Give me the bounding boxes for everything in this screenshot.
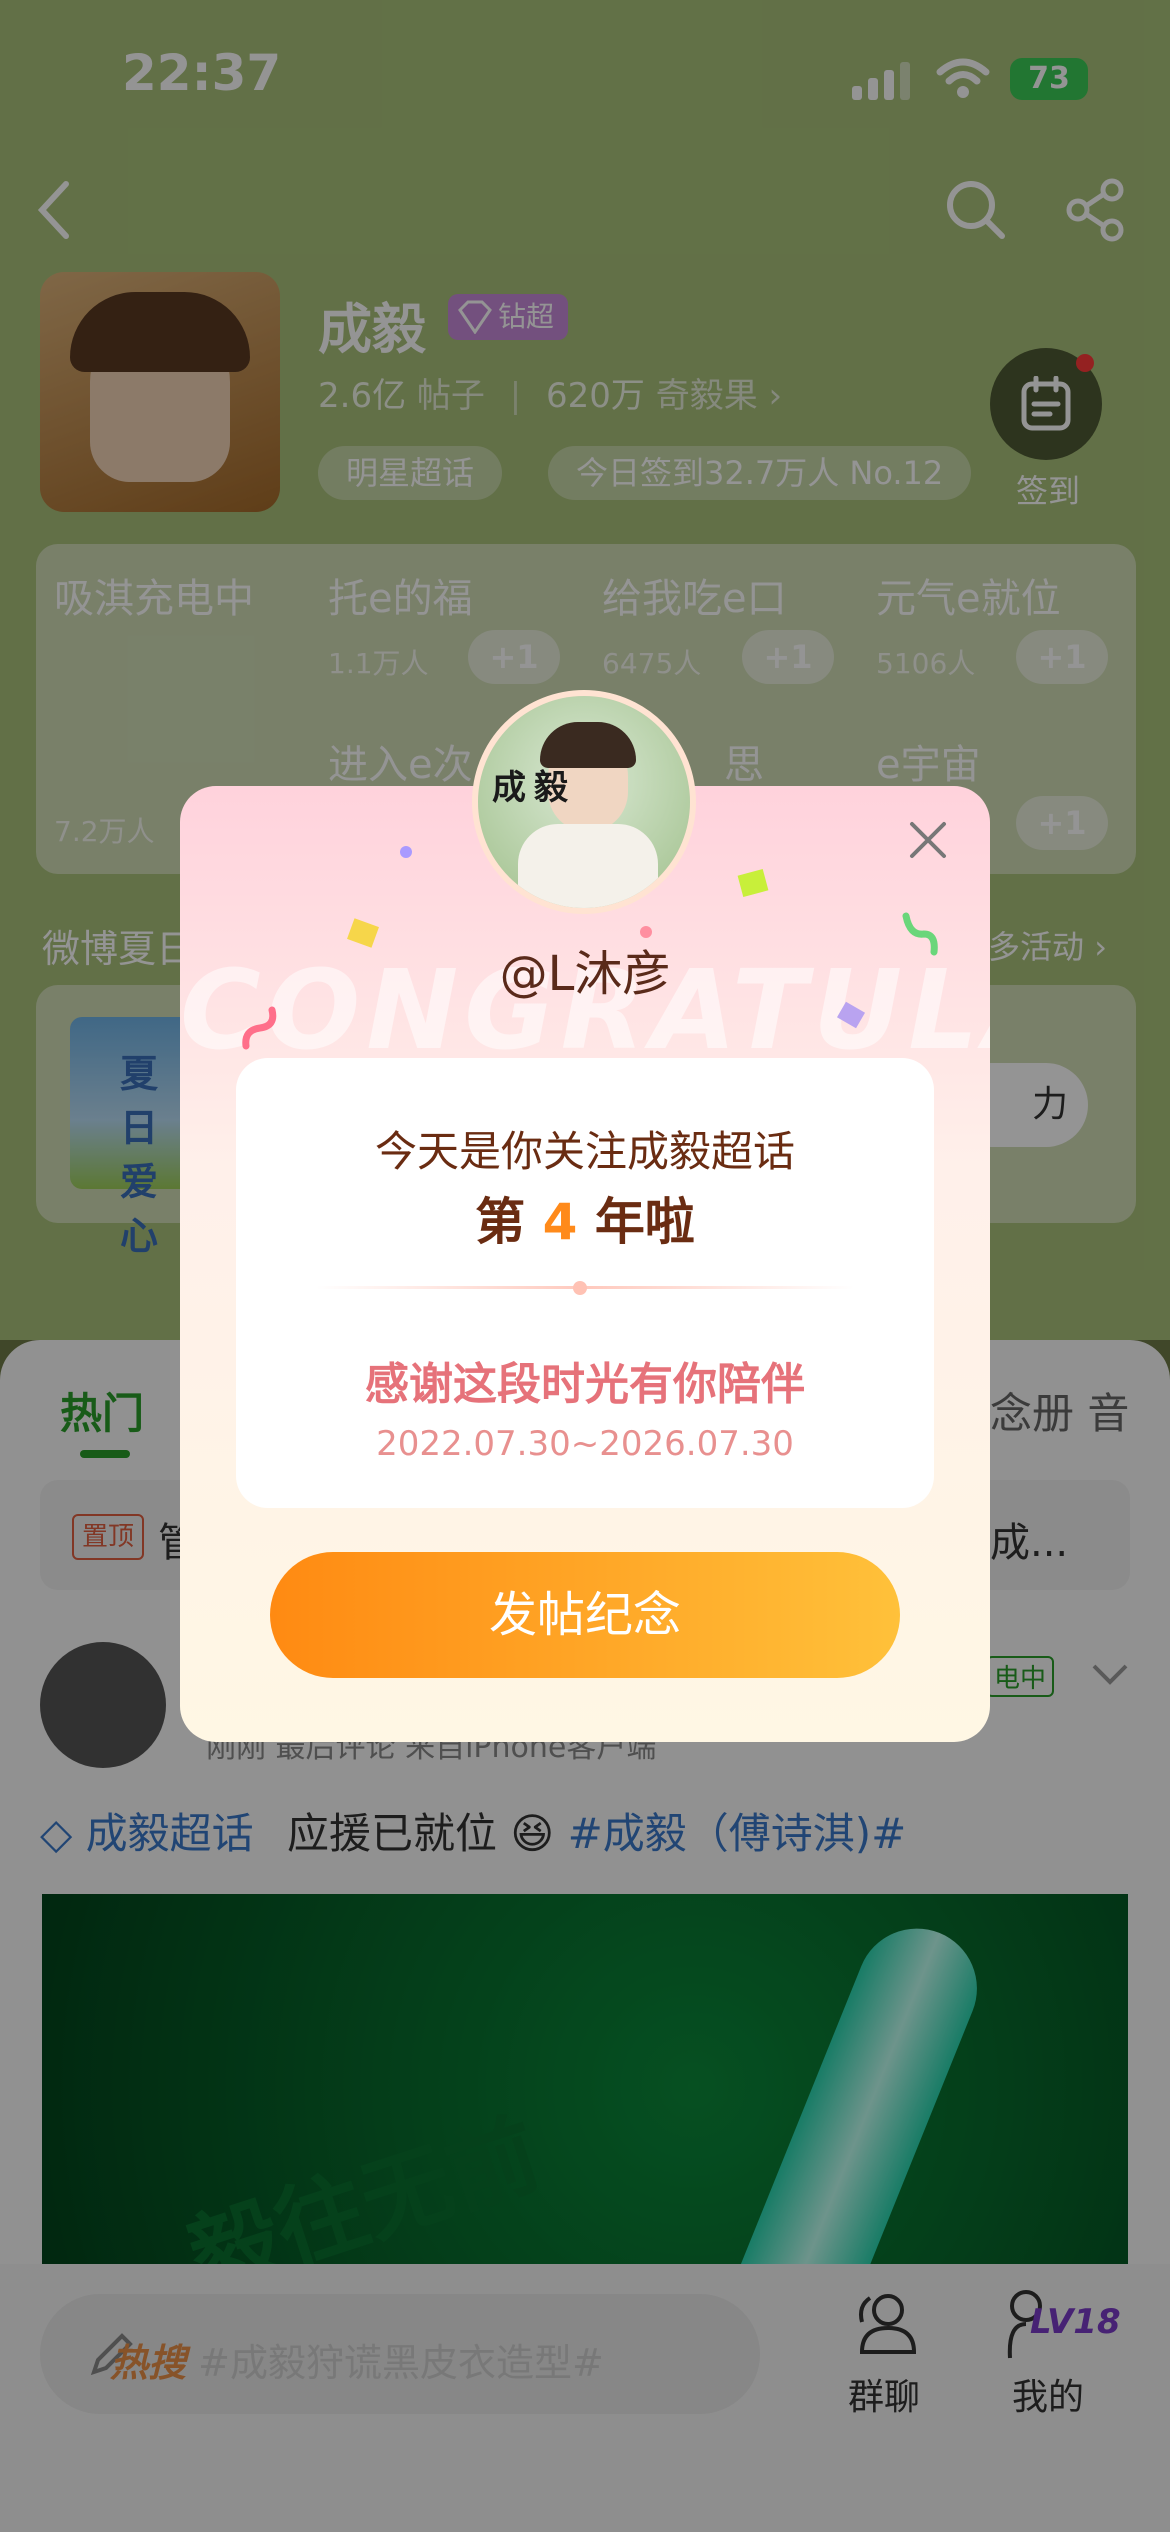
date-range: 2022.07.30~2026.07.30 (376, 1424, 794, 1464)
user-handle: @L沐彦 (499, 946, 671, 1002)
anniversary-modal: CONGRATULATE @L沐彦 今天是你关注成毅超话 第 4 年啦 感谢这段… (180, 786, 990, 1742)
year-message: 第 4 年啦 (236, 1182, 934, 1254)
anniversary-card: 今天是你关注成毅超话 第 4 年啦 感谢这段时光有你陪伴 2022.07.30~… (236, 1058, 934, 1508)
thanks-message: 感谢这段时光有你陪伴 (365, 1359, 805, 1410)
year-suffix: 年啦 (594, 1193, 695, 1251)
post-commemoration-button[interactable]: 发帖纪念 (270, 1552, 900, 1678)
year-count: 4 (542, 1193, 578, 1251)
divider-ornament (573, 1281, 587, 1295)
follow-message: 今天是你关注成毅超话 (374, 1127, 795, 1176)
user-avatar: 成毅 (472, 690, 696, 914)
close-icon[interactable] (900, 812, 956, 868)
confetti (737, 869, 769, 897)
year-prefix: 第 (475, 1193, 526, 1251)
confetti (400, 846, 412, 858)
avatar-calligraphy: 成毅 (492, 768, 576, 808)
confetti-squiggle (242, 1006, 277, 1050)
